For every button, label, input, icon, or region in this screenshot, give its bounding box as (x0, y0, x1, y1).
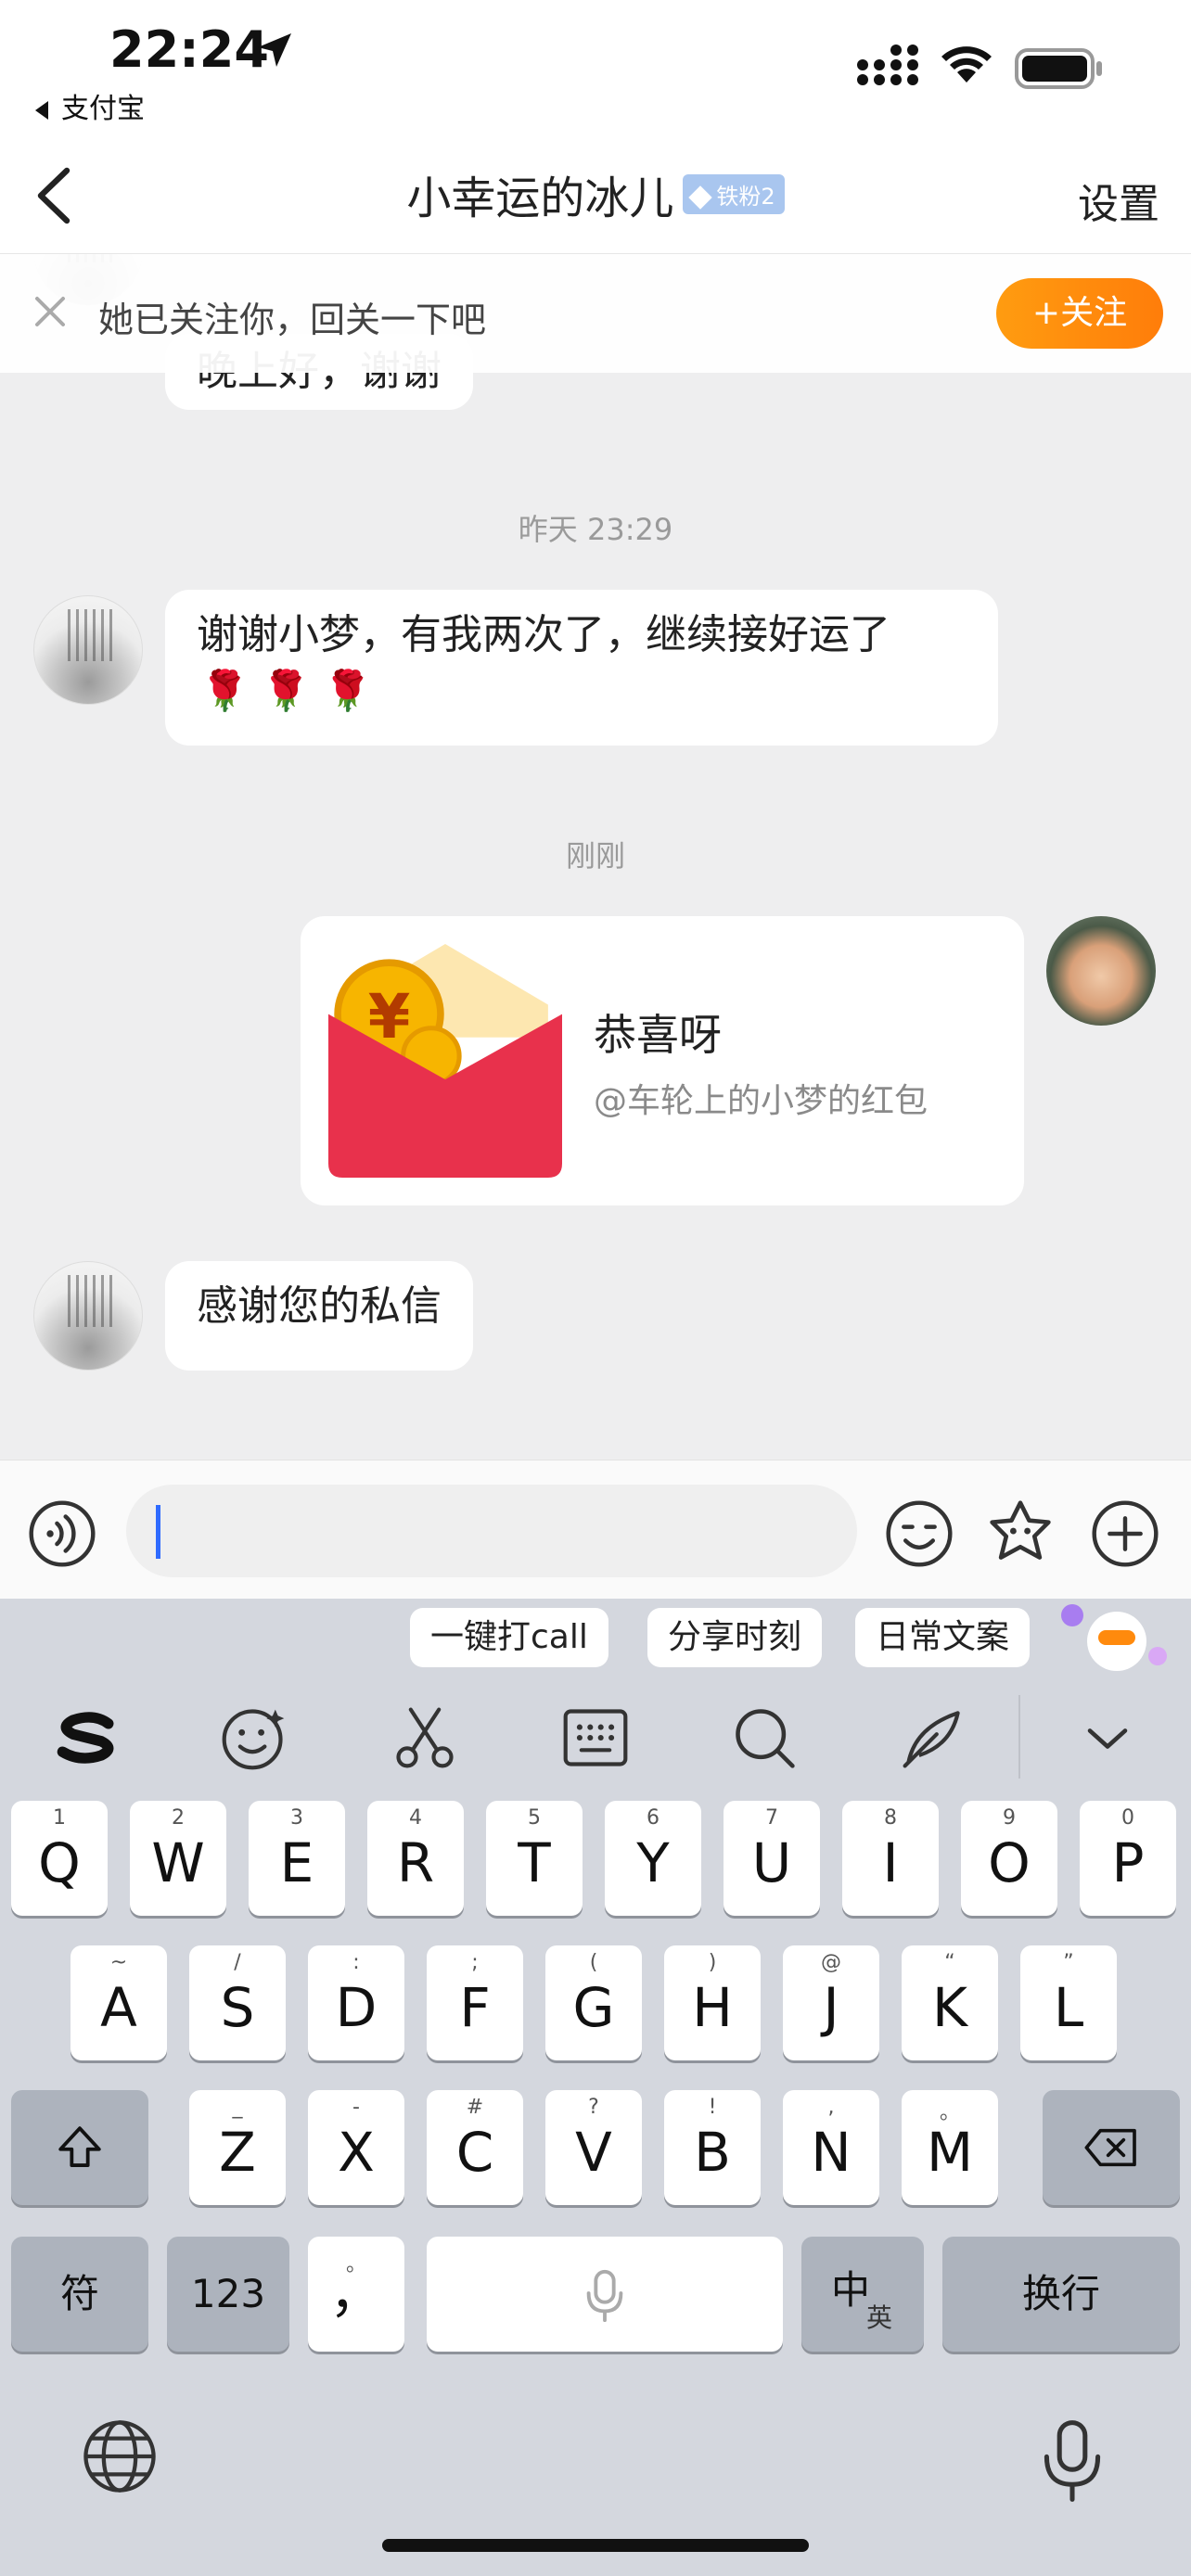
sticker-icon[interactable] (985, 1498, 1056, 1568)
cellular-signal-icon (857, 45, 918, 85)
key-s[interactable]: / S (189, 1945, 286, 2060)
globe-icon[interactable] (80, 2417, 160, 2496)
space-key[interactable] (427, 2237, 783, 2352)
language-switch-key[interactable]: 中 英 (801, 2237, 924, 2352)
battery-icon (1015, 48, 1102, 89)
text-caret (156, 1505, 160, 1559)
key-w[interactable]: 2W (130, 1801, 226, 1916)
voice-input-icon[interactable] (28, 1499, 96, 1568)
backspace-key[interactable] (1043, 2090, 1180, 2205)
fan-badge-label: 铁粉2 (716, 183, 775, 210)
red-packet-title: 恭喜呀 (594, 1010, 722, 1060)
red-packet-subtitle: @车轮上的小梦的红包 (594, 1082, 928, 1120)
message-composer (0, 1460, 1191, 1599)
key-j[interactable]: @ J (783, 1945, 879, 2060)
status-bar: 22:24 支付宝 (0, 0, 1191, 139)
key-g[interactable]: (G (545, 1945, 642, 2060)
keyboard-layout-icon[interactable] (560, 1702, 631, 1773)
message-bubble-received[interactable]: 感谢您的私信 (165, 1261, 473, 1371)
follow-back-banner: 她已关注你，回关一下吧 +关注 (0, 254, 1191, 373)
contact-avatar[interactable] (33, 1261, 143, 1371)
quill-pen-icon[interactable] (898, 1702, 968, 1773)
key-r[interactable]: 4R (367, 1801, 464, 1916)
scissors-icon[interactable] (390, 1702, 460, 1773)
key-x[interactable]: -X (308, 2090, 404, 2205)
diamond-icon (688, 185, 713, 210)
timestamp-yesterday: 昨天 23:29 (518, 512, 673, 547)
rose-emoji-row: 🌹🌹🌹 (200, 668, 385, 713)
wifi-icon (941, 46, 992, 83)
key-l[interactable]: ” L (1020, 1945, 1117, 2060)
keyboard-toolbar (0, 1682, 1191, 1793)
key-d[interactable]: :D (308, 1945, 404, 2060)
contact-avatar[interactable] (33, 595, 143, 705)
red-packet-icon: ¥ (328, 944, 562, 1178)
my-avatar[interactable] (1046, 916, 1156, 1026)
key-o[interactable]: 9O (961, 1801, 1057, 1916)
key-h[interactable]: ) H (664, 1945, 761, 2060)
shift-arrow-icon (58, 2126, 101, 2167)
key-f[interactable]: ; F (427, 1945, 523, 2060)
key-n[interactable]: ,N (783, 2090, 879, 2205)
key-y[interactable]: 6Y (605, 1801, 701, 1916)
symbol-key[interactable]: 符 (11, 2237, 148, 2352)
search-icon[interactable] (729, 1702, 800, 1773)
suggestion-chip[interactable]: 一键打call (410, 1608, 608, 1667)
key-k[interactable]: “K (902, 1945, 998, 2060)
shift-key[interactable] (11, 2090, 148, 2205)
key-v[interactable]: ? V (545, 2090, 642, 2205)
collapse-keyboard-icon[interactable] (1072, 1702, 1143, 1773)
emoji-icon[interactable] (885, 1499, 954, 1568)
keyboard-mascot-icon[interactable] (1057, 1600, 1169, 1675)
number-key[interactable]: 123 (167, 2237, 289, 2352)
follow-prompt-text: 她已关注你，回关一下吧 (98, 300, 487, 340)
chat-title-group: 小幸运的冰儿 铁粉2 (0, 161, 1191, 226)
back-to-app-link[interactable]: 支付宝 (35, 85, 145, 126)
back-triangle-icon (35, 100, 48, 120)
key-u[interactable]: 7U (724, 1801, 820, 1916)
message-text: 谢谢小梦，有我两次了，继续接好运了 (197, 611, 890, 658)
chat-header: 小幸运的冰儿 铁粉2 设置 (0, 139, 1191, 254)
follow-button[interactable]: +关注 (996, 278, 1163, 349)
close-icon[interactable] (32, 293, 69, 330)
keyboard: 一键打call 分享时刻 日常文案 1 Q 2 W 3 E 4 R 5 T 6 … (0, 1599, 1191, 2576)
key-b[interactable]: ! B (664, 2090, 761, 2205)
status-time: 22:24 (109, 20, 269, 79)
key-a[interactable]: ~ A (70, 1945, 167, 2060)
punctuation-key[interactable]: 。， (308, 2237, 404, 2352)
home-indicator[interactable] (382, 2539, 809, 2552)
key-c[interactable]: # C (427, 2090, 523, 2205)
timestamp-just-now: 刚刚 (565, 838, 625, 874)
location-arrow-icon (258, 33, 291, 67)
fan-level-badge: 铁粉2 (683, 173, 785, 214)
settings-button[interactable]: 设置 (1078, 171, 1159, 230)
suggestion-chip[interactable]: 分享时刻 (647, 1608, 823, 1667)
microphone-icon (586, 2269, 623, 2322)
suggestion-chip[interactable]: 日常文案 (855, 1608, 1031, 1667)
more-plus-icon[interactable] (1091, 1499, 1159, 1568)
chat-message-list[interactable]: 晚上好，谢谢 昨天 23:29 谢谢小梦，有我两次了，继续接好运了 🌹🌹🌹 刚刚… (0, 254, 1191, 1460)
return-key[interactable]: 换行 (942, 2237, 1180, 2352)
message-input[interactable] (126, 1485, 857, 1577)
key-p[interactable]: 0P (1080, 1801, 1176, 1916)
back-app-label: 支付宝 (61, 93, 145, 125)
backspace-icon (1084, 2128, 1136, 2167)
key-z[interactable]: _ Z (189, 2090, 286, 2205)
key-m[interactable]: 。 M (902, 2090, 998, 2205)
toolbar-divider (1018, 1695, 1020, 1779)
chat-title: 小幸运的冰儿 (406, 172, 674, 224)
key-e[interactable]: 3E (249, 1801, 345, 1916)
dictation-microphone-icon[interactable] (1039, 2418, 1106, 2504)
key-i[interactable]: 8I (842, 1801, 939, 1916)
sogou-logo-icon[interactable] (50, 1702, 124, 1773)
emoji-keyboard-icon[interactable] (219, 1702, 289, 1773)
red-packet-card[interactable]: ¥ 恭喜呀 @车轮上的小梦的红包 (301, 916, 1024, 1205)
key-t[interactable]: 5T (486, 1801, 583, 1916)
key-q[interactable]: 1Q (11, 1801, 108, 1916)
